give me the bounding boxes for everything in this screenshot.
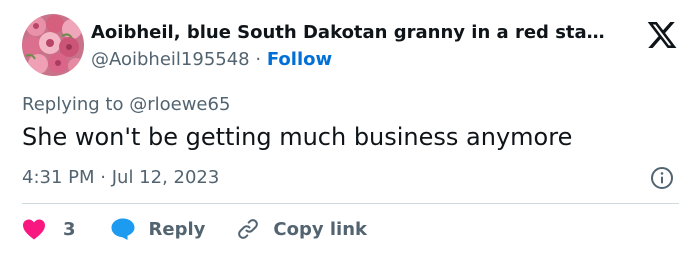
link-icon [238,219,259,239]
x-logo-icon[interactable] [646,19,678,51]
timestamp[interactable]: 4:31 PM · Jul 12, 2023 [22,167,219,188]
like-button[interactable]: 3 [22,218,76,240]
info-icon[interactable] [650,166,674,190]
copy-link-button[interactable]: Copy link [236,217,367,241]
follow-button[interactable]: Follow [267,49,332,70]
action-bar: 3 Reply Copy link [22,216,367,242]
separator: · [100,167,106,188]
divider [22,203,679,204]
author-handle[interactable]: @Aoibheil195548 [91,49,250,70]
tweet-text: She won't be getting much business anymo… [22,123,573,151]
reply-bubble-icon [111,218,135,240]
tweet-date: Jul 12, 2023 [111,167,220,188]
replying-prefix: Replying to [22,94,130,115]
heart-icon [23,219,45,240]
author-display-name[interactable]: Aoibheil, blue South Dakotan granny in a… [91,22,636,43]
copy-link-label: Copy link [273,218,367,240]
reply-label: Reply [148,218,206,240]
avatar-image [22,14,84,76]
author-handle-row: @Aoibheil195548 · Follow [91,49,332,70]
avatar[interactable] [22,14,84,76]
like-count: 3 [63,218,76,240]
tweet-time: 4:31 PM [22,167,95,188]
separator: · [255,49,262,70]
replying-handle-link[interactable]: @rloewe65 [129,94,230,115]
replying-to: Replying to @rloewe65 [22,94,230,115]
reply-button[interactable]: Reply [110,217,206,241]
